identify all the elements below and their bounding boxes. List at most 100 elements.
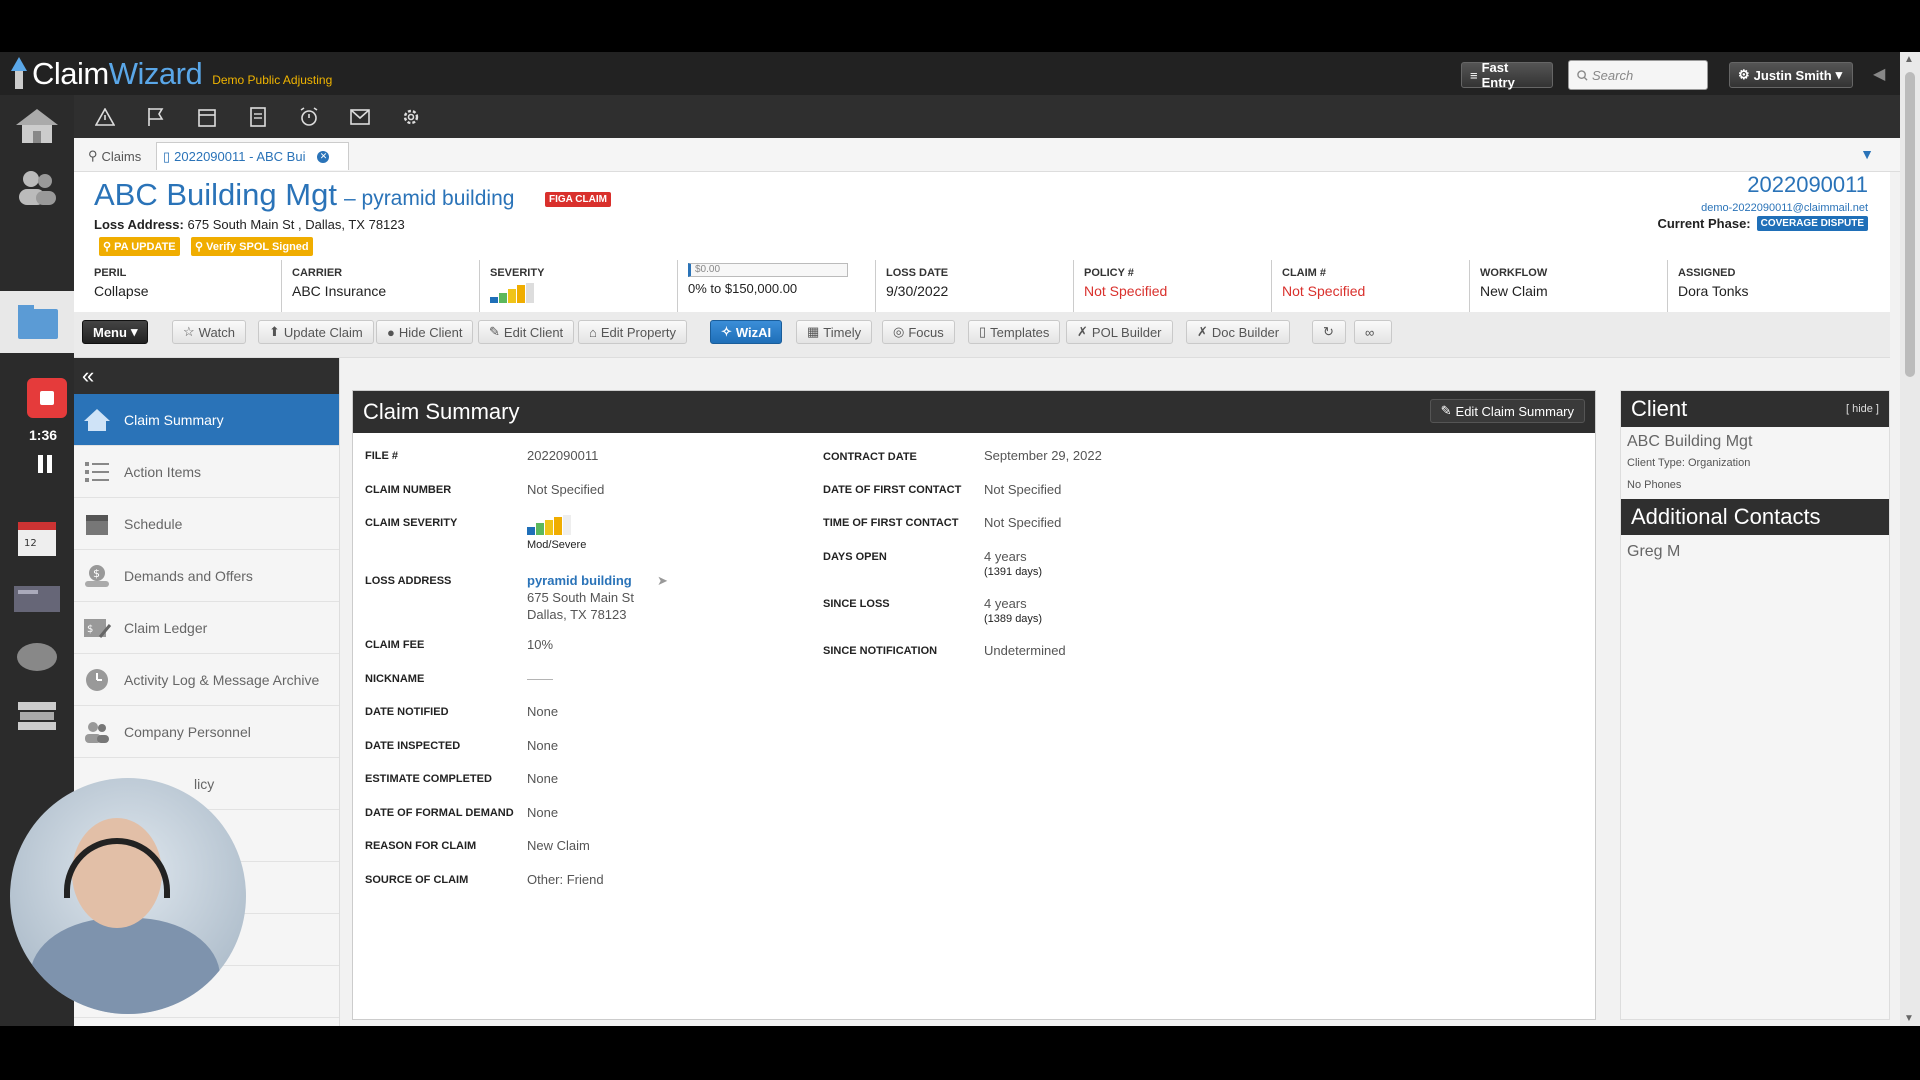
field-value: —— xyxy=(527,671,553,686)
calendar-toolbar-icon[interactable] xyxy=(196,106,217,127)
checklist-icon xyxy=(82,457,112,487)
pause-icon[interactable] xyxy=(38,455,52,473)
logo-text-wizard: Wizard xyxy=(108,56,203,91)
field-label: NICKNAME xyxy=(365,673,425,685)
nav-company-personnel[interactable]: Company Personnel xyxy=(74,706,339,758)
edit-client-label: Edit Client xyxy=(503,324,564,340)
additional-contacts-header: Additional Contacts xyxy=(1621,499,1889,535)
calendar-icon[interactable]: 12 xyxy=(10,515,64,559)
field-value: September 29, 2022 xyxy=(984,448,1102,463)
link-button[interactable]: ∞ xyxy=(1354,320,1392,344)
hide-client-button[interactable]: ● Hide Client xyxy=(376,320,474,344)
close-tab-icon[interactable]: ✕ xyxy=(317,150,330,163)
workflow-label: WORKFLOW xyxy=(1480,267,1548,279)
contacts-icon[interactable] xyxy=(10,165,64,209)
house-icon xyxy=(82,405,112,435)
nav-demands-offers[interactable]: $ Demands and Offers xyxy=(74,550,339,602)
claims-rail-item[interactable] xyxy=(0,291,74,353)
severity-label: SEVERITY xyxy=(490,267,545,279)
client-name[interactable]: ABC Building Mgt xyxy=(1621,427,1889,451)
scroll-up-icon[interactable]: ▲ xyxy=(1904,54,1914,65)
nav-claim-summary[interactable]: Claim Summary xyxy=(74,394,339,446)
hat-icon[interactable] xyxy=(10,635,64,679)
watch-button[interactable]: ☆ Watch xyxy=(172,320,247,344)
field-label: DAYS OPEN xyxy=(823,551,887,563)
money-value: $0.00 xyxy=(695,264,721,275)
loss-date-label: LOSS DATE xyxy=(886,267,949,279)
nav-schedule[interactable]: Schedule xyxy=(74,498,339,550)
settings-gear-icon[interactable] xyxy=(400,106,421,127)
money-progress-bar: $0.00 xyxy=(688,263,848,277)
search-input[interactable]: Search xyxy=(1568,60,1708,90)
stop-recording-button[interactable] xyxy=(27,378,67,418)
tab-claims[interactable]: ⚲ Claims xyxy=(82,142,147,170)
panel-title: Claim Summary xyxy=(363,399,520,424)
media-icon[interactable] xyxy=(10,577,64,621)
svg-text:$: $ xyxy=(87,624,93,635)
field-value: 2022090011 xyxy=(527,448,599,463)
phase-badge[interactable]: COVERAGE DISPUTE xyxy=(1756,216,1868,231)
verify-spol-badge[interactable]: ⚲ Verify SPOL Signed xyxy=(191,237,313,256)
nav-activity-log[interactable]: Activity Log & Message Archive xyxy=(74,654,339,706)
pa-update-badge[interactable]: ⚲ PA UPDATE xyxy=(99,237,180,256)
severity-text: Mod/Severe xyxy=(527,539,587,551)
claim-summary-panel: Claim Summary ✎ Edit Claim Summary FILE #… xyxy=(352,390,1596,1020)
loss-address-link[interactable]: pyramid building xyxy=(527,573,632,588)
scroll-down-icon[interactable]: ▼ xyxy=(1904,1013,1914,1024)
list-icon: ≡ xyxy=(1470,67,1478,83)
document-icon[interactable] xyxy=(247,106,268,127)
tab-current-claim[interactable]: ▯ 2022090011 - ABC Bui ✕ xyxy=(156,142,349,170)
templates-button[interactable]: ▯ Templates xyxy=(968,320,1061,344)
arrow-up-icon: ⬆ xyxy=(269,324,280,339)
field-label: REASON FOR CLAIM xyxy=(365,840,477,852)
claim-header: ABC Building Mgt – pyramid building FIGA… xyxy=(74,172,1890,312)
edit-client-button[interactable]: ✎ Edit Client xyxy=(478,320,575,344)
wizai-button[interactable]: ✧ WizAI xyxy=(710,320,783,344)
verify-spol-label: Verify SPOL Signed xyxy=(206,240,309,253)
current-phase: Current Phase: COVERAGE DISPUTE xyxy=(1657,216,1868,231)
flag-icon[interactable] xyxy=(145,106,166,127)
update-claim-button[interactable]: ⬆ Update Claim xyxy=(258,320,374,344)
info-claim-number: CLAIM # Not Specified xyxy=(1272,260,1470,312)
user-name: Justin Smith xyxy=(1753,67,1832,83)
warning-icon[interactable] xyxy=(94,106,115,127)
quick-icon-toolbar xyxy=(74,95,1920,138)
claim-email[interactable]: demo-2022090011@claimmail.net xyxy=(1701,202,1868,214)
menu-button[interactable]: Menu ▾ xyxy=(82,320,149,344)
doc-builder-button[interactable]: ✗ Doc Builder xyxy=(1186,320,1291,344)
loss-address-line: Loss Address: 675 South Main St , Dallas… xyxy=(94,217,405,232)
assigned-value: Dora Tonks xyxy=(1678,283,1749,299)
info-carrier: CARRIER ABC Insurance xyxy=(282,260,480,312)
claim-property-name[interactable]: – pyramid building xyxy=(344,187,514,211)
collapse-nav-icon[interactable]: « xyxy=(74,358,339,394)
focus-button[interactable]: ◎ Focus xyxy=(882,320,955,344)
mail-icon[interactable] xyxy=(349,106,370,127)
scroll-thumb[interactable] xyxy=(1905,72,1915,377)
policy-label: POLICY # xyxy=(1084,267,1134,279)
hide-client-link[interactable]: [ hide ] xyxy=(1846,403,1879,415)
contact-name[interactable]: Greg M xyxy=(1621,535,1889,569)
home-icon[interactable] xyxy=(10,103,64,147)
expand-chevron-icon[interactable]: ▼ xyxy=(1860,146,1874,162)
refresh-button[interactable]: ↻ xyxy=(1312,320,1346,344)
nav-claim-ledger[interactable]: $ Claim Ledger xyxy=(74,602,339,654)
nav-action-items[interactable]: Action Items xyxy=(74,446,339,498)
collapse-panel-icon[interactable]: ◀ xyxy=(1873,64,1885,84)
money-range: 0% to $150,000.00 xyxy=(688,281,798,296)
map-pin-icon[interactable]: ➤ xyxy=(657,573,668,589)
fast-entry-button[interactable]: ≡ Fast Entry xyxy=(1461,60,1553,90)
pol-builder-button[interactable]: ✗ POL Builder xyxy=(1066,320,1173,344)
carrier-value: ABC Insurance xyxy=(292,283,387,299)
client-type: Client Type: Organization xyxy=(1627,457,1751,469)
app-logo[interactable]: Claim Wizard Demo Public Adjusting xyxy=(10,56,332,92)
edit-claim-summary-button[interactable]: ✎ Edit Claim Summary xyxy=(1429,399,1585,423)
edit-property-button[interactable]: ⌂ Edit Property xyxy=(578,320,688,344)
user-menu-button[interactable]: ⚙ Justin Smith ▾ xyxy=(1729,62,1853,88)
alarm-clock-icon[interactable] xyxy=(298,106,319,127)
library-icon[interactable] xyxy=(10,695,64,739)
pol-label: POL Builder xyxy=(1091,324,1162,340)
top-header: Claim Wizard Demo Public Adjusting ≡ Fast… xyxy=(0,52,1920,95)
wrench-icon: ✗ xyxy=(1077,324,1088,339)
page-scrollbar[interactable]: ▲ ▼ xyxy=(1900,52,1920,1026)
timely-button[interactable]: ▦ Timely xyxy=(796,320,873,344)
